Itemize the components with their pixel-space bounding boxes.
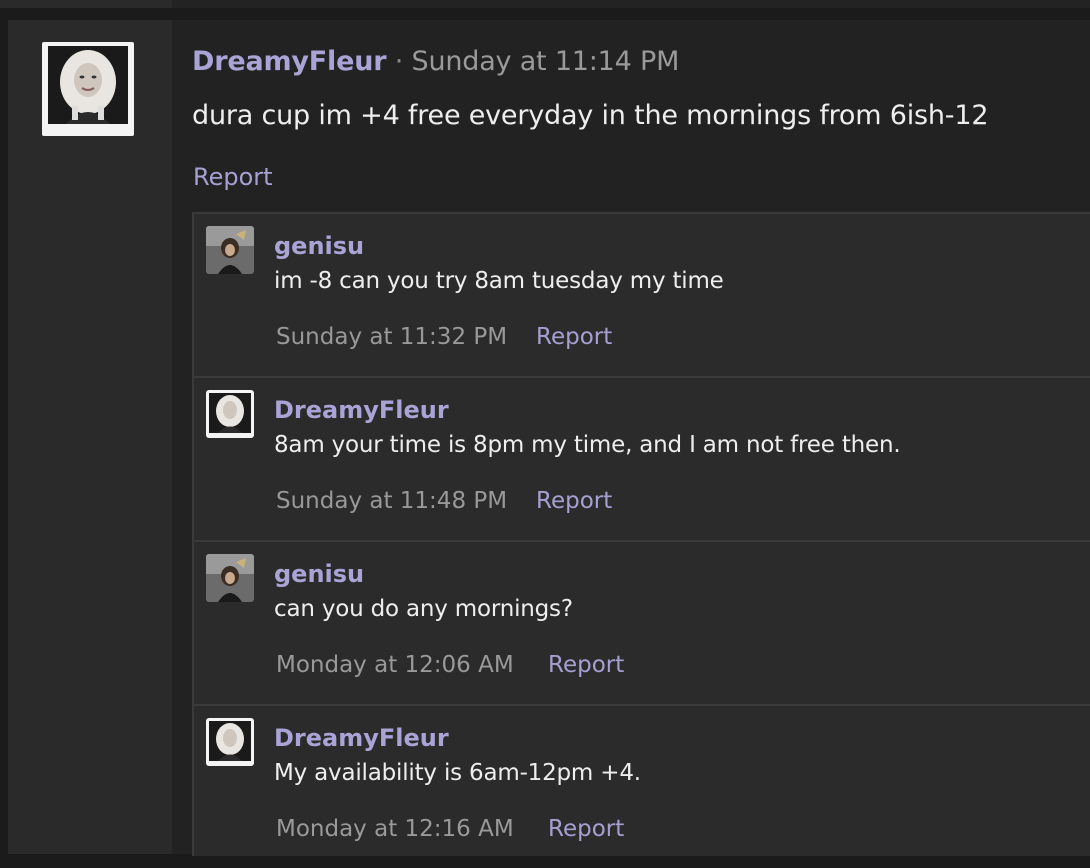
reply-text: My availability is 6am-12pm +4. [274, 760, 641, 786]
user-avatar-icon [206, 554, 254, 602]
reply-item: DreamyFleur 8am your time is 8pm my time… [194, 378, 1090, 542]
post-body: dura cup im +4 free everyday in the morn… [192, 100, 989, 131]
reply-report-link[interactable]: Report [548, 652, 624, 678]
dreamyfleur-avatar[interactable] [42, 42, 134, 136]
reply-text: can you do any mornings? [274, 596, 573, 622]
dreamyfleur-avatar[interactable] [206, 390, 254, 438]
reply-timestamp[interactable]: Monday at 12:16 AM [276, 816, 514, 842]
user-avatar-icon [48, 46, 128, 124]
user-avatar-icon [206, 390, 254, 438]
post-author[interactable]: DreamyFleur [192, 46, 387, 77]
reply-author[interactable]: genisu [274, 560, 364, 588]
previous-post-edge [0, 0, 1090, 8]
reply-author[interactable]: genisu [274, 232, 364, 260]
reply-author[interactable]: DreamyFleur [274, 396, 449, 424]
reply-item: DreamyFleur My availability is 6am-12pm … [194, 706, 1090, 868]
reply-timestamp[interactable]: Monday at 12:06 AM [276, 652, 514, 678]
header-separator: · [386, 46, 412, 77]
user-avatar-icon [206, 718, 254, 766]
previous-post-avatar-column [0, 0, 172, 8]
post-header: DreamyFleur · Sunday at 11:14 PM [192, 46, 679, 77]
reply-author[interactable]: DreamyFleur [274, 724, 449, 752]
post-avatar-column [8, 20, 172, 854]
post: DreamyFleur · Sunday at 11:14 PM dura cu… [8, 20, 1090, 856]
dreamyfleur-avatar[interactable] [206, 718, 254, 766]
reply-item: genisu im -8 can you try 8am tuesday my … [194, 214, 1090, 378]
post-timestamp[interactable]: Sunday at 11:14 PM [412, 46, 680, 77]
reply-report-link[interactable]: Report [548, 816, 624, 842]
post-report-link[interactable]: Report [193, 163, 273, 191]
reply-item: genisu can you do any mornings? Monday a… [194, 542, 1090, 706]
reply-report-link[interactable]: Report [536, 324, 612, 350]
reply-text: 8am your time is 8pm my time, and I am n… [274, 432, 901, 458]
reply-text: im -8 can you try 8am tuesday my time [274, 268, 724, 294]
genisu-avatar[interactable] [206, 554, 254, 602]
reply-timestamp[interactable]: Sunday at 11:48 PM [276, 488, 507, 514]
reply-report-link[interactable]: Report [536, 488, 612, 514]
reply-timestamp[interactable]: Sunday at 11:32 PM [276, 324, 507, 350]
user-avatar-icon [206, 226, 254, 274]
replies-thread: genisu im -8 can you try 8am tuesday my … [192, 212, 1090, 856]
genisu-avatar[interactable] [206, 226, 254, 274]
